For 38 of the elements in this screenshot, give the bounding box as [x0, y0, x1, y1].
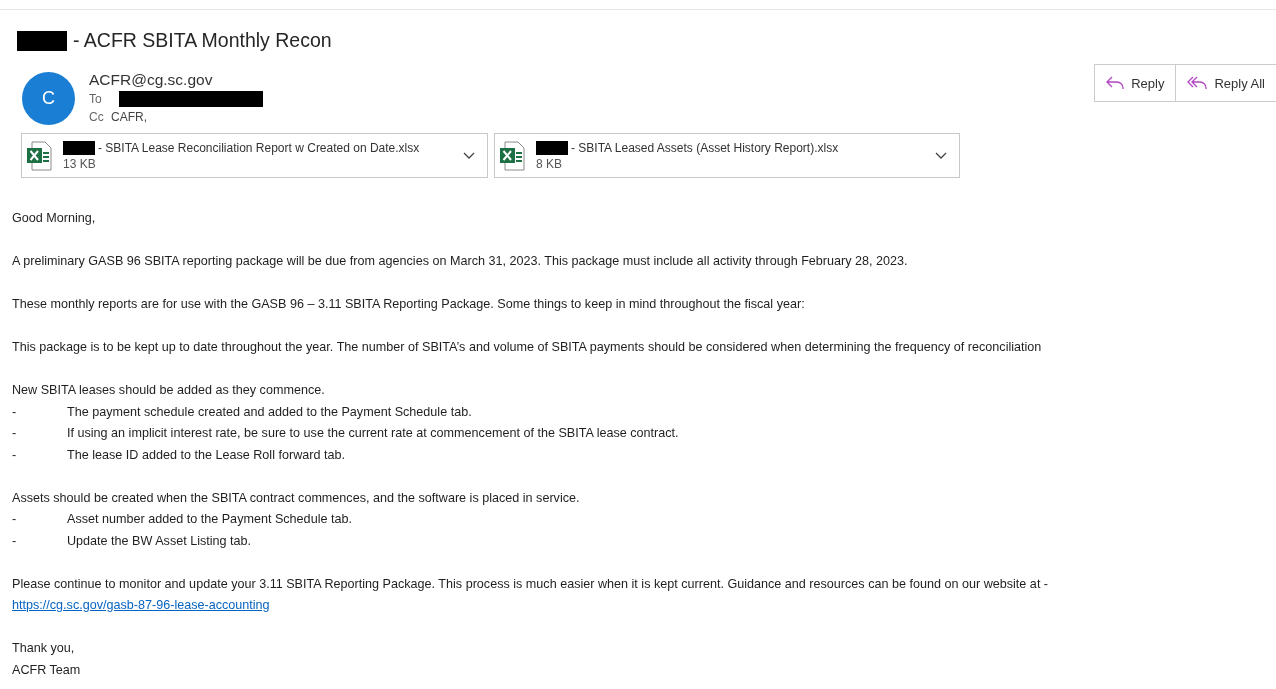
- cc-label: Cc: [89, 109, 105, 126]
- email-subject: - ACFR SBITA Monthly Recon: [73, 29, 332, 52]
- signature-line: ACFR Team: [12, 661, 82, 679]
- attachment-card[interactable]: - SBITA Lease Reconciliation Report w Created on Date.xlsx 13 KB: [21, 133, 488, 178]
- list-item: Asset number added to the Payment Schedule tab.: [67, 511, 352, 528]
- sender-address: ACFR@cg.sc.gov: [89, 70, 214, 90]
- attachment-size: 8 KB: [536, 156, 563, 171]
- cc-recipient: CAFR,: [111, 109, 147, 126]
- list-item: If using an implicit interest rate, be sure to use the current rate at commencement of the SBITA lease contract.: [67, 425, 679, 442]
- list-item: The payment schedule created and added to the Payment Schedule tab.: [67, 403, 472, 421]
- body-paragraph: New SBITA leases should be added as they commence.: [12, 382, 326, 399]
- signature-line: Thank you,: [12, 640, 76, 657]
- sender-avatar: C: [22, 72, 75, 125]
- list-item: The lease ID added to the Lease Roll forward tab.: [67, 446, 345, 464]
- list-dash: -: [12, 425, 18, 442]
- reply-icon: [1106, 76, 1125, 90]
- body-paragraph: A preliminary GASB 96 SBITA reporting package will be due from agencies on March 31, 2023. This package must include all activity through February 28, 2023.: [12, 253, 909, 270]
- attachment-name: - SBITA Leased Assets (Asset History Report).xlsx: [571, 140, 839, 155]
- chevron-down-icon[interactable]: [935, 151, 947, 160]
- body-paragraph: These monthly reports are for use with the GASB 96 – 3.11 SBITA Reporting Package. Some things to keep in mind throughout the fiscal year:: [12, 296, 806, 313]
- attachment-card[interactable]: - SBITA Leased Assets (Asset History Report).xlsx 8 KB: [494, 133, 960, 178]
- chevron-down-icon[interactable]: [463, 151, 475, 160]
- list-dash: -: [12, 532, 18, 550]
- reply-all-icon: [1187, 76, 1208, 90]
- body-paragraph: Please continue to monitor and update your 3.11 SBITA Reporting Package. This process is much easier when it is kept current. Guidance and resources can be found on our website at -: [12, 575, 1050, 593]
- body-paragraph: Assets should be created when the SBITA contract commences, and the software is placed in service.: [12, 489, 581, 507]
- attachment-size: 13 KB: [63, 156, 97, 171]
- list-dash: -: [12, 446, 18, 464]
- spreadsheet-file-icon: [26, 140, 52, 171]
- list-item: Update the BW Asset Listing tab.: [67, 532, 252, 550]
- spreadsheet-file-icon: [499, 140, 525, 171]
- to-label: To: [89, 91, 103, 108]
- body-paragraph: Good Morning,: [12, 210, 97, 227]
- list-dash: -: [12, 511, 18, 528]
- website-link[interactable]: https://cg.sc.gov/gasb-87-96-lease-accounting: [12, 598, 270, 612]
- body-paragraph: This package is to be kept up to date throughout the year. The number of SBITA’s and volume of SBITA payments should be considered when determining the frequency of reconciliation: [12, 339, 1043, 356]
- attachment-name: - SBITA Lease Reconciliation Report w Created on Date.xlsx: [98, 140, 420, 155]
- list-dash: -: [12, 403, 18, 421]
